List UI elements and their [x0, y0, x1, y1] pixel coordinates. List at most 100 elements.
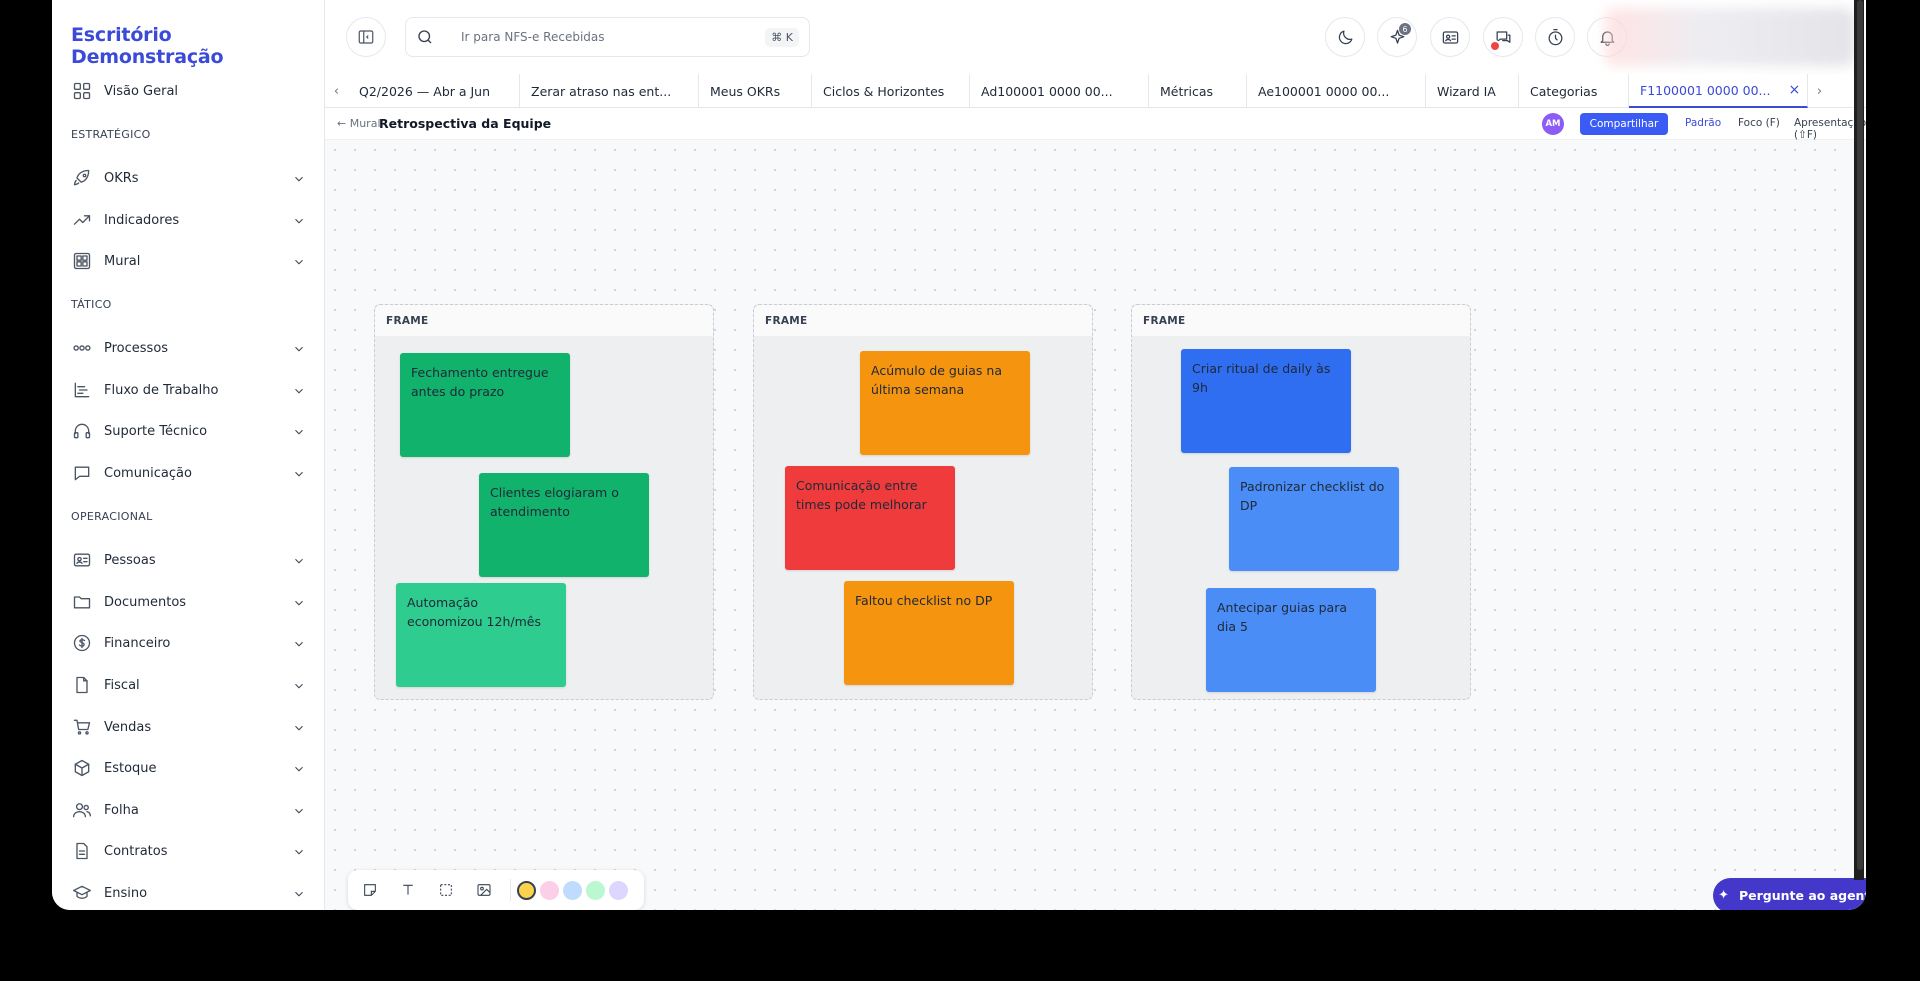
sidebar-item-mural[interactable]: Mural: [71, 245, 306, 277]
document-icon: [71, 840, 93, 862]
sidebar-item-people[interactable]: Pessoas: [71, 544, 306, 576]
avatar[interactable]: AM: [1542, 113, 1564, 135]
sticky-note[interactable]: Fechamento entregue antes do prazo: [400, 353, 570, 457]
sidebar-item-label: Visão Geral: [104, 83, 179, 99]
tab-ad100001[interactable]: Ad100001 0000 00...: [970, 74, 1149, 108]
tab-ae100001[interactable]: Ae100001 0000 00...: [1247, 74, 1426, 108]
sidebar-item-sales[interactable]: Vendas: [71, 711, 306, 743]
chevron-down-icon: [292, 171, 306, 185]
toolbar-divider: [510, 879, 511, 901]
ask-agent-label: Pergunte ao agente: [1738, 888, 1866, 903]
sidebar-toggle-button[interactable]: [346, 17, 386, 57]
sidebar-item-label: Financeiro: [104, 635, 171, 651]
tab-categorias[interactable]: Categorias: [1519, 74, 1629, 108]
tab-metricas[interactable]: Métricas: [1149, 74, 1247, 108]
image-tool[interactable]: [472, 878, 496, 902]
text-tool[interactable]: [396, 878, 420, 902]
messages-button[interactable]: [1483, 17, 1523, 57]
timer-button[interactable]: [1535, 17, 1575, 57]
color-swatch-blue[interactable]: [563, 880, 582, 900]
sidebar-item-workflow[interactable]: Fluxo de Trabalho: [71, 374, 306, 406]
folder-icon: [71, 591, 93, 613]
back-to-mural-link[interactable]: ← Mural: [337, 117, 381, 130]
tab-bar: ‹ Q2/2026 — Abr a Jun Zerar atraso nas e…: [325, 74, 1866, 108]
mode-default[interactable]: Padrão: [1685, 117, 1721, 129]
sidebar-item-documents[interactable]: Documentos: [71, 586, 306, 618]
ai-assistant-button[interactable]: 6: [1377, 17, 1417, 57]
sticky-note-tool[interactable]: [358, 878, 382, 902]
sidebar-item-communication[interactable]: Comunicação: [71, 457, 306, 489]
sticky-note[interactable]: Automação economizou 12h/mês: [396, 583, 566, 687]
sticky-note[interactable]: Criar ritual de daily às 9h: [1181, 349, 1351, 453]
rocket-icon: [71, 167, 93, 189]
sticky-note[interactable]: Acúmulo de guias na última semana: [860, 351, 1030, 455]
tab-wizard-ia[interactable]: Wizard IA: [1426, 74, 1519, 108]
chevron-down-icon: [292, 761, 306, 775]
sidebar-item-label: Estoque: [104, 760, 157, 776]
sticky-note[interactable]: Clientes elogiaram o atendimento: [479, 473, 649, 577]
dark-mode-button[interactable]: [1325, 17, 1365, 57]
color-swatch-purple[interactable]: [609, 880, 628, 900]
sidebar-item-support[interactable]: Suporte Técnico: [71, 415, 306, 447]
window-scrollbar-thumb[interactable]: [1857, 0, 1863, 870]
user-profile-redacted[interactable]: [1605, 8, 1855, 66]
tab-meus-okrs[interactable]: Meus OKRs: [699, 74, 812, 108]
sidebar-item-indicators[interactable]: Indicadores: [71, 204, 306, 236]
frame-2[interactable]: FRAME Acúmulo de guias na última semana …: [753, 304, 1093, 700]
mode-focus[interactable]: Foco (F): [1738, 117, 1780, 129]
box-icon: [71, 757, 93, 779]
tab-label: Wizard IA: [1437, 83, 1496, 99]
tab-q2-2026[interactable]: Q2/2026 — Abr a Jun: [348, 74, 520, 108]
moon-icon: [1338, 30, 1352, 44]
tabs-scroll-right-button[interactable]: ›: [1808, 74, 1831, 108]
sidebar-item-payroll[interactable]: Folha: [71, 794, 306, 826]
workflow-icon: [71, 337, 93, 359]
sticky-note[interactable]: Padronizar checklist do DP: [1229, 467, 1399, 571]
board-icon: [71, 250, 93, 272]
sidebar-item-inventory[interactable]: Estoque: [71, 752, 306, 784]
sticky-note[interactable]: Faltou checklist no DP: [844, 581, 1014, 685]
sidebar-item-label: Fluxo de Trabalho: [104, 382, 219, 398]
tab-label: Zerar atraso nas ent...: [531, 83, 672, 99]
sidebar-item-contracts[interactable]: Contratos: [71, 835, 306, 867]
sidebar-collapse-icon: [358, 30, 374, 44]
search-input[interactable]: [461, 30, 766, 44]
sidebar-item-label: Indicadores: [104, 212, 180, 228]
tabs-scroll-left-button[interactable]: ‹: [325, 74, 348, 108]
sidebar-item-fiscal[interactable]: Fiscal: [71, 669, 306, 701]
tab-ciclos-horizontes[interactable]: Ciclos & Horizontes: [812, 74, 970, 108]
color-swatch-yellow[interactable]: [517, 880, 536, 900]
color-swatch-green[interactable]: [586, 880, 605, 900]
frame-3[interactable]: FRAME Criar ritual de daily às 9h Padron…: [1131, 304, 1471, 700]
sticky-note[interactable]: Comunicação entre times pode melhorar: [785, 466, 955, 570]
close-tab-icon[interactable]: ×: [1788, 82, 1800, 98]
sidebar-item-education[interactable]: Ensino: [71, 877, 306, 909]
tab-zerar-atraso[interactable]: Zerar atraso nas ent...: [520, 74, 699, 108]
color-swatch-pink[interactable]: [540, 880, 559, 900]
sidebar-item-overview[interactable]: Visão Geral: [71, 75, 306, 107]
share-button[interactable]: Compartilhar: [1580, 113, 1668, 135]
frame-1[interactable]: FRAME Fechamento entregue antes do prazo…: [374, 304, 714, 700]
search-bar[interactable]: ⌘ K: [405, 17, 810, 57]
sidebar-item-label: Contratos: [104, 843, 168, 859]
board-canvas[interactable]: FRAME Fechamento entregue antes do prazo…: [325, 140, 1866, 910]
sidebar-item-okrs[interactable]: OKRs: [71, 162, 306, 194]
sticky-note[interactable]: Antecipar guias para dia 5: [1206, 588, 1376, 692]
gantt-icon: [71, 379, 93, 401]
contacts-button[interactable]: [1430, 17, 1470, 57]
chevron-down-icon: [292, 424, 306, 438]
sidebar-item-financial[interactable]: Financeiro: [71, 627, 306, 659]
section-operational: OPERACIONAL: [71, 510, 153, 523]
chevron-down-icon: [292, 678, 306, 692]
app-window: Escritório Demonstração Visão Geral ESTR…: [52, 0, 1866, 910]
id-card-icon: [71, 549, 93, 571]
sidebar-item-label: Folha: [104, 802, 139, 818]
tab-label: Categorias: [1530, 83, 1598, 99]
tab-f1100001-active[interactable]: F1100001 0000 00... ×: [1629, 74, 1808, 108]
chevron-down-icon: [292, 254, 306, 268]
frame-tool[interactable]: [434, 878, 458, 902]
ask-agent-button[interactable]: ✦ Pergunte ao agente: [1713, 878, 1866, 910]
sidebar-item-processes[interactable]: Processos: [71, 332, 306, 364]
file-icon: [71, 674, 93, 696]
shortcut-hint: ⌘ K: [765, 27, 799, 47]
